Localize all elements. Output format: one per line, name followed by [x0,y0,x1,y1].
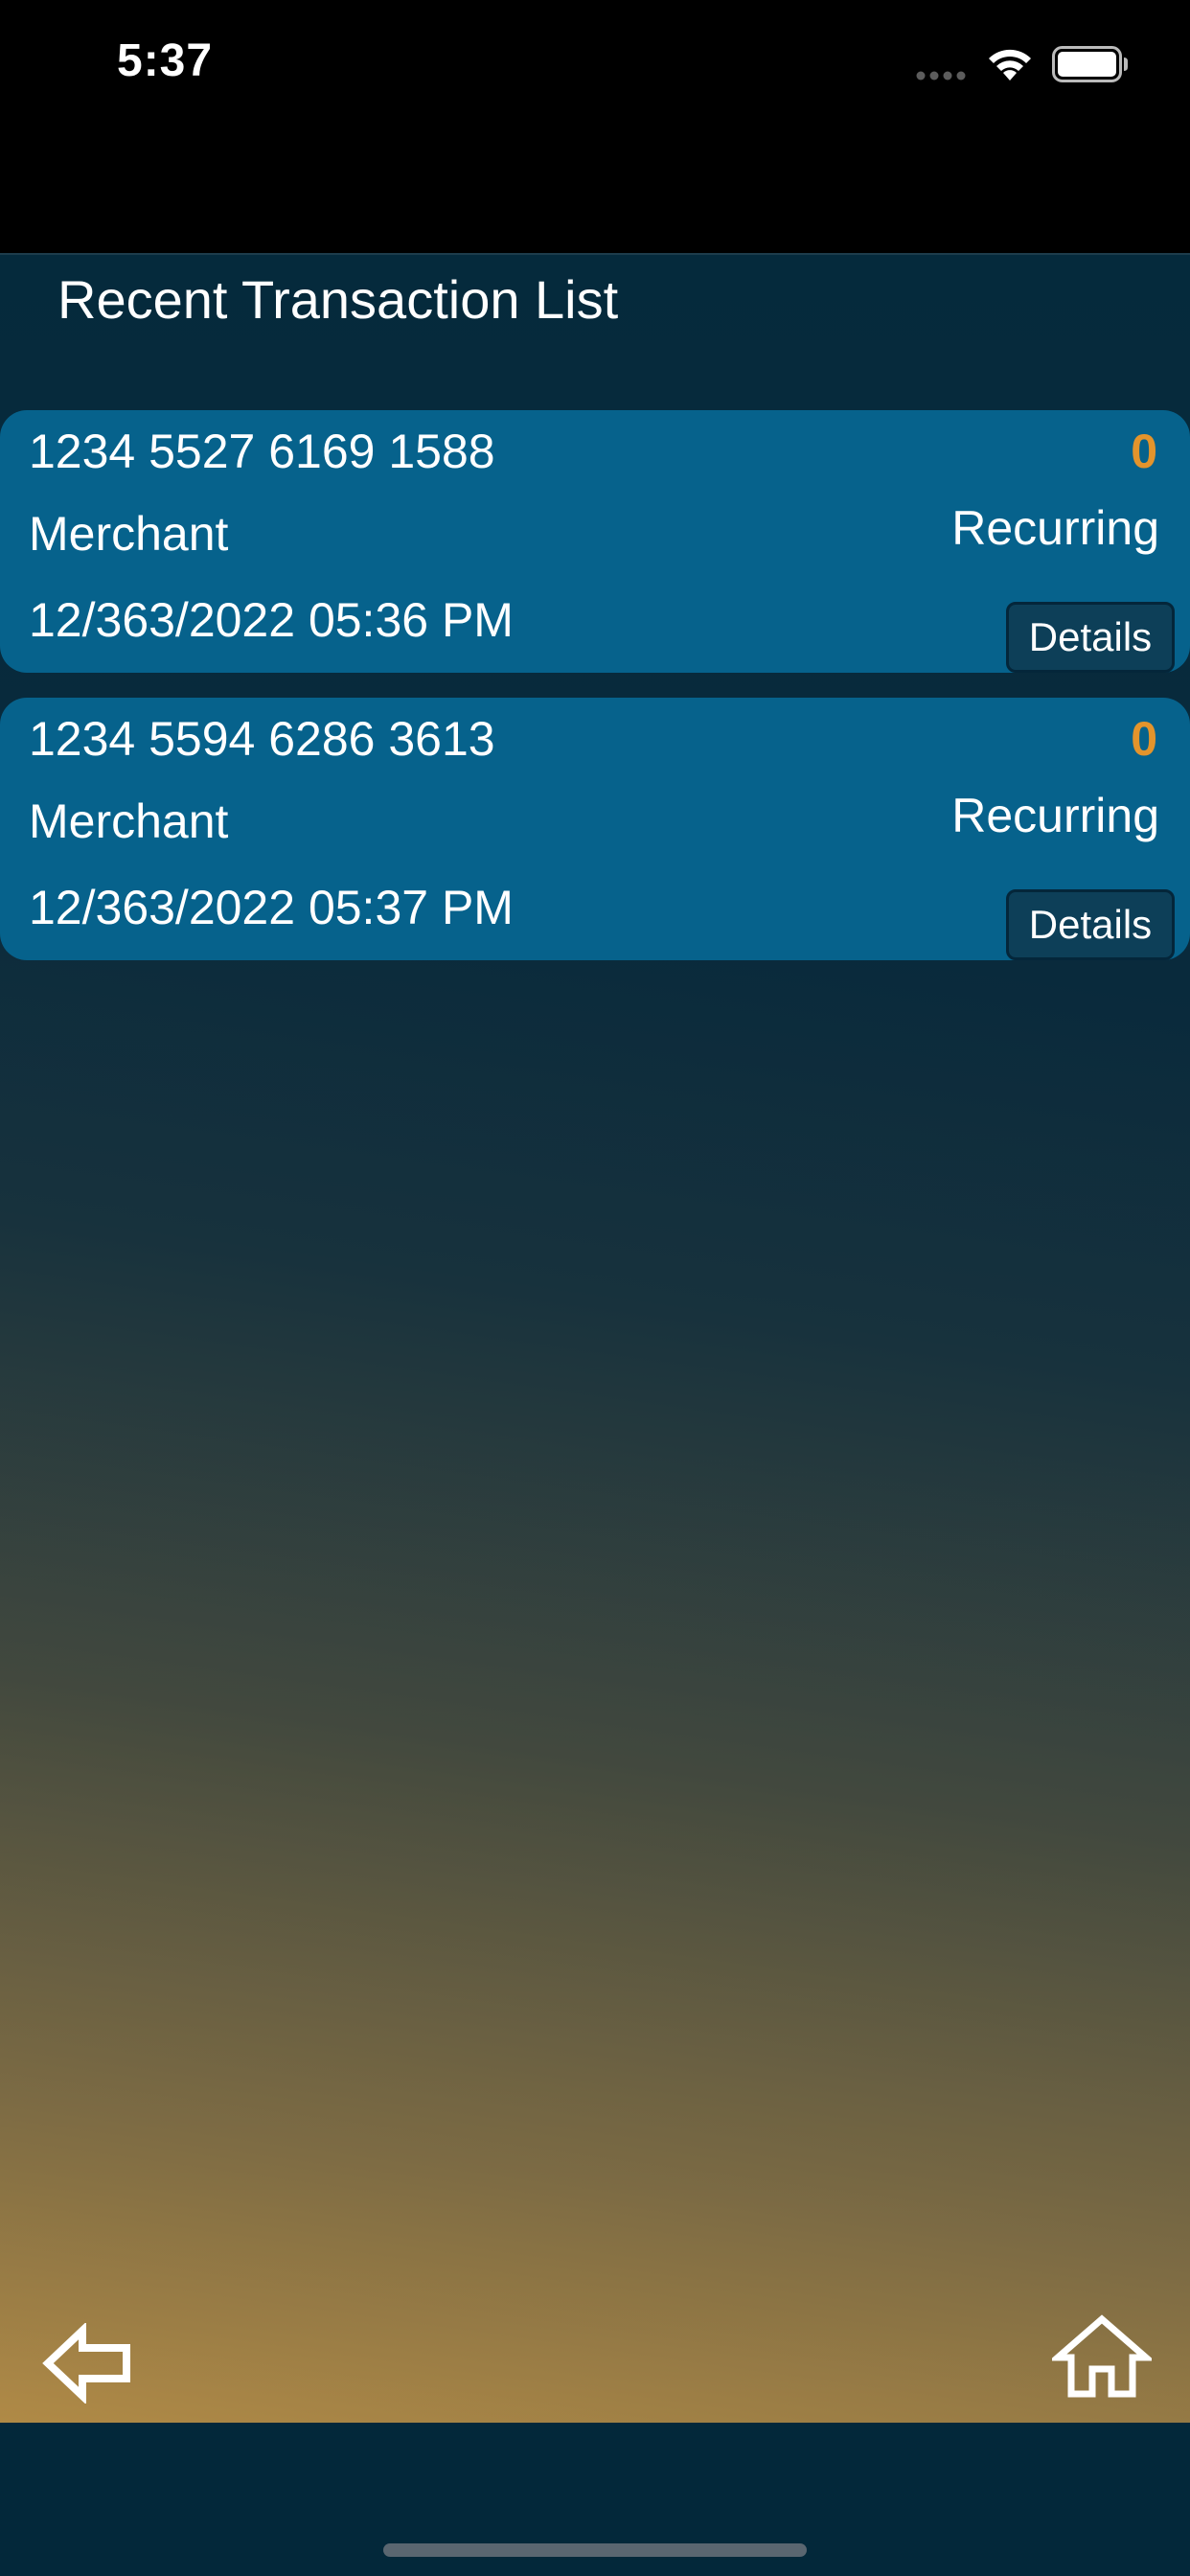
main-content: Recent Transaction List 1234 5527 6169 1… [0,253,1190,2425]
transaction-date: 12/363/2022 05:37 PM [29,881,514,934]
transaction-type: Recurring [951,501,1159,555]
home-icon [1048,2314,1156,2398]
back-button[interactable] [42,2321,132,2405]
transaction-amount: 0 [1131,425,1157,478]
details-button[interactable]: Details [1006,889,1175,960]
home-button[interactable] [1048,2313,1156,2400]
merchant-name: Merchant [29,794,229,848]
transaction-date: 12/363/2022 05:36 PM [29,593,514,647]
details-button[interactable]: Details [1006,602,1175,673]
status-bar: 5:37 [0,0,1190,253]
signal-dots-icon [916,71,966,80]
status-time: 5:37 [117,35,214,86]
bottom-safe-area [0,2423,1190,2576]
home-indicator[interactable] [383,2543,807,2557]
back-arrow-icon [42,2321,130,2405]
transaction-amount: 0 [1131,712,1157,766]
card-number: 1234 5594 6286 3613 [29,712,495,766]
wifi-icon [989,49,1031,80]
card-number: 1234 5527 6169 1588 [29,425,495,478]
transaction-card: 1234 5594 6286 3613 0 Merchant Recurring… [0,698,1190,960]
app-screen: 5:37 Recent Transaction List 1234 5527 6… [0,0,1190,2576]
battery-icon [1052,46,1128,82]
transaction-card: 1234 5527 6169 1588 0 Merchant Recurring… [0,410,1190,673]
transaction-type: Recurring [951,789,1159,842]
page-title: Recent Transaction List [57,269,619,330]
merchant-name: Merchant [29,507,229,561]
